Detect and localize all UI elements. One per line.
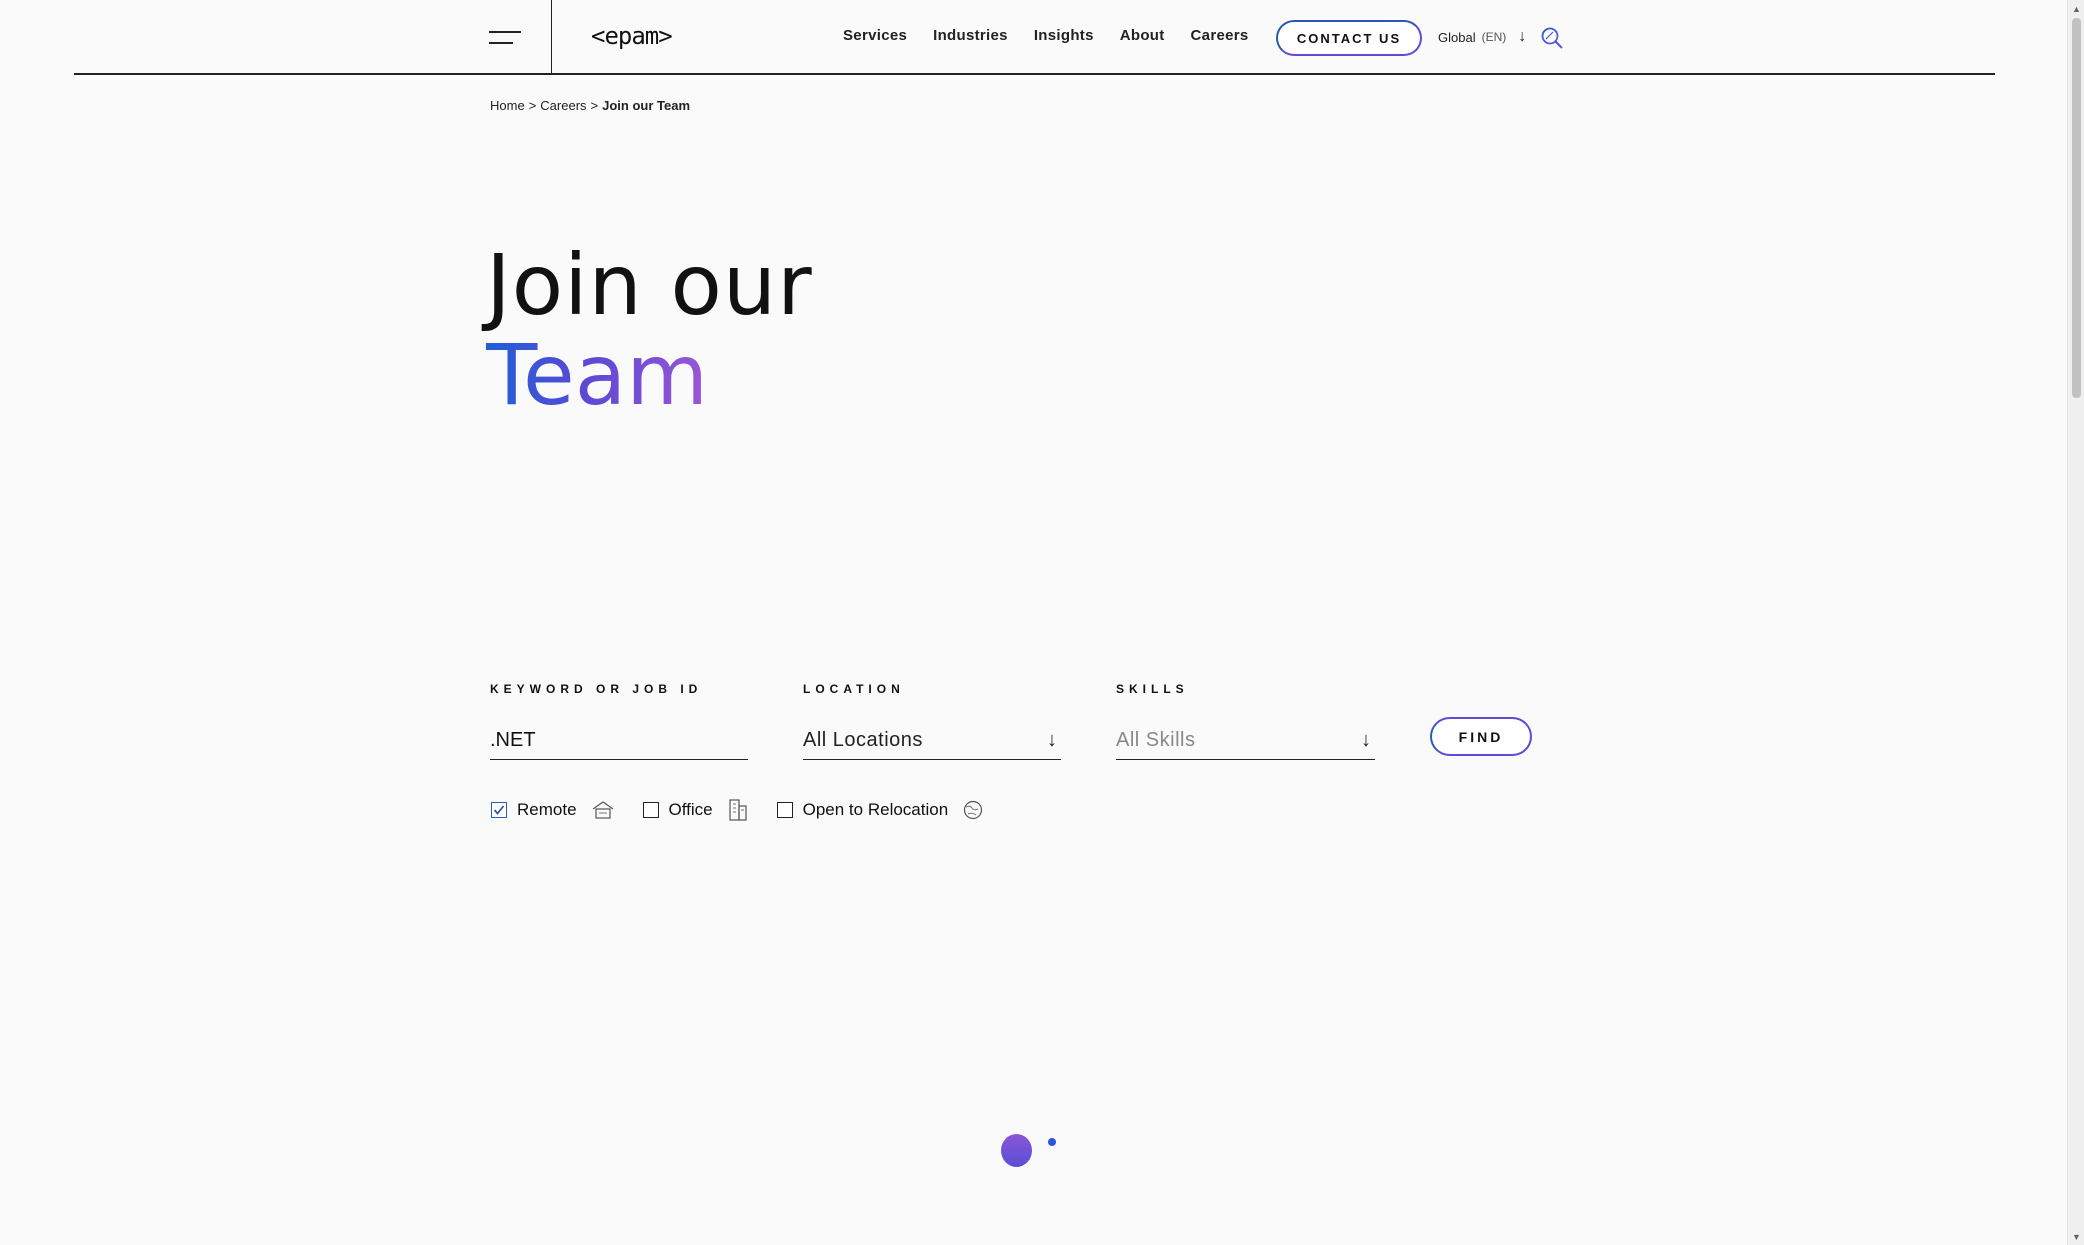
- breadcrumb-separator: >: [590, 98, 599, 113]
- arrow-down-icon: ↓: [1047, 729, 1057, 751]
- work-type-filters: Remote Office Open to Relocation: [491, 798, 1012, 822]
- skills-placeholder: All Skills: [1116, 729, 1196, 751]
- main-nav: Services Industries Insights About Caree…: [843, 27, 1249, 44]
- globe-icon: [962, 799, 984, 821]
- remote-checkbox[interactable]: Remote: [491, 799, 615, 821]
- nav-insights[interactable]: Insights: [1034, 27, 1094, 44]
- loading-dot-small: [1048, 1138, 1056, 1146]
- header-underline: [74, 73, 1995, 75]
- location-value: All Locations: [803, 729, 923, 751]
- arrow-down-icon: ↓: [1361, 729, 1371, 751]
- location-select[interactable]: All Locations ↓: [803, 722, 1061, 760]
- language-code: (EN): [1481, 30, 1507, 44]
- keyword-field: [490, 722, 748, 760]
- breadcrumb: Home > Careers > Join our Team: [490, 98, 690, 113]
- scroll-up-icon[interactable]: ▲: [2068, 0, 2084, 17]
- menu-icon[interactable]: [489, 28, 521, 48]
- find-button[interactable]: FIND: [1430, 717, 1532, 756]
- nav-services[interactable]: Services: [843, 27, 907, 44]
- keyword-input[interactable]: [490, 729, 748, 752]
- language-selector[interactable]: Global (EN) ↓: [1438, 28, 1526, 46]
- arrow-down-icon: ↓: [1518, 28, 1527, 45]
- loading-dot-large: [1001, 1134, 1032, 1167]
- scroll-thumb[interactable]: [2072, 18, 2081, 398]
- keyword-label: KEYWORD OR JOB ID: [490, 682, 703, 696]
- epam-logo[interactable]: <epam>: [591, 22, 673, 50]
- checkbox-checked-icon[interactable]: [491, 802, 507, 818]
- home-icon: [591, 799, 615, 821]
- relocation-label: Open to Relocation: [802, 800, 949, 819]
- scroll-down-icon[interactable]: ▼: [2068, 1228, 2084, 1245]
- breadcrumb-current: Join our Team: [602, 98, 691, 113]
- site-header: <epam> Services Industries Insights Abou…: [0, 0, 2067, 75]
- breadcrumb-careers[interactable]: Careers: [540, 98, 586, 113]
- skills-select[interactable]: All Skills ↓: [1116, 722, 1375, 760]
- checkbox-unchecked-icon[interactable]: [776, 802, 793, 818]
- page: <epam> Services Industries Insights Abou…: [0, 0, 2084, 1245]
- office-label: Office: [668, 800, 713, 819]
- breadcrumb-separator: >: [528, 98, 537, 113]
- remote-label: Remote: [517, 800, 577, 819]
- checkbox-unchecked-icon[interactable]: [642, 802, 659, 818]
- nav-careers[interactable]: Careers: [1191, 27, 1249, 44]
- office-checkbox[interactable]: Office: [642, 798, 749, 822]
- page-title-line2: Team: [486, 326, 709, 424]
- nav-industries[interactable]: Industries: [933, 27, 1008, 44]
- page-title-line1: Join our: [486, 236, 813, 334]
- breadcrumb-home[interactable]: Home: [490, 98, 525, 113]
- relocation-checkbox[interactable]: Open to Relocation: [776, 799, 985, 821]
- language-label: Global: [1438, 29, 1476, 45]
- scrollbar[interactable]: ▲ ▼: [2067, 0, 2084, 1245]
- nav-about[interactable]: About: [1120, 27, 1165, 44]
- header-divider: [551, 0, 552, 73]
- location-label: LOCATION: [803, 682, 905, 696]
- contact-us-button[interactable]: CONTACT US: [1276, 20, 1422, 56]
- skills-label: SKILLS: [1116, 682, 1189, 696]
- search-icon[interactable]: [1540, 26, 1564, 50]
- building-icon: [727, 798, 749, 822]
